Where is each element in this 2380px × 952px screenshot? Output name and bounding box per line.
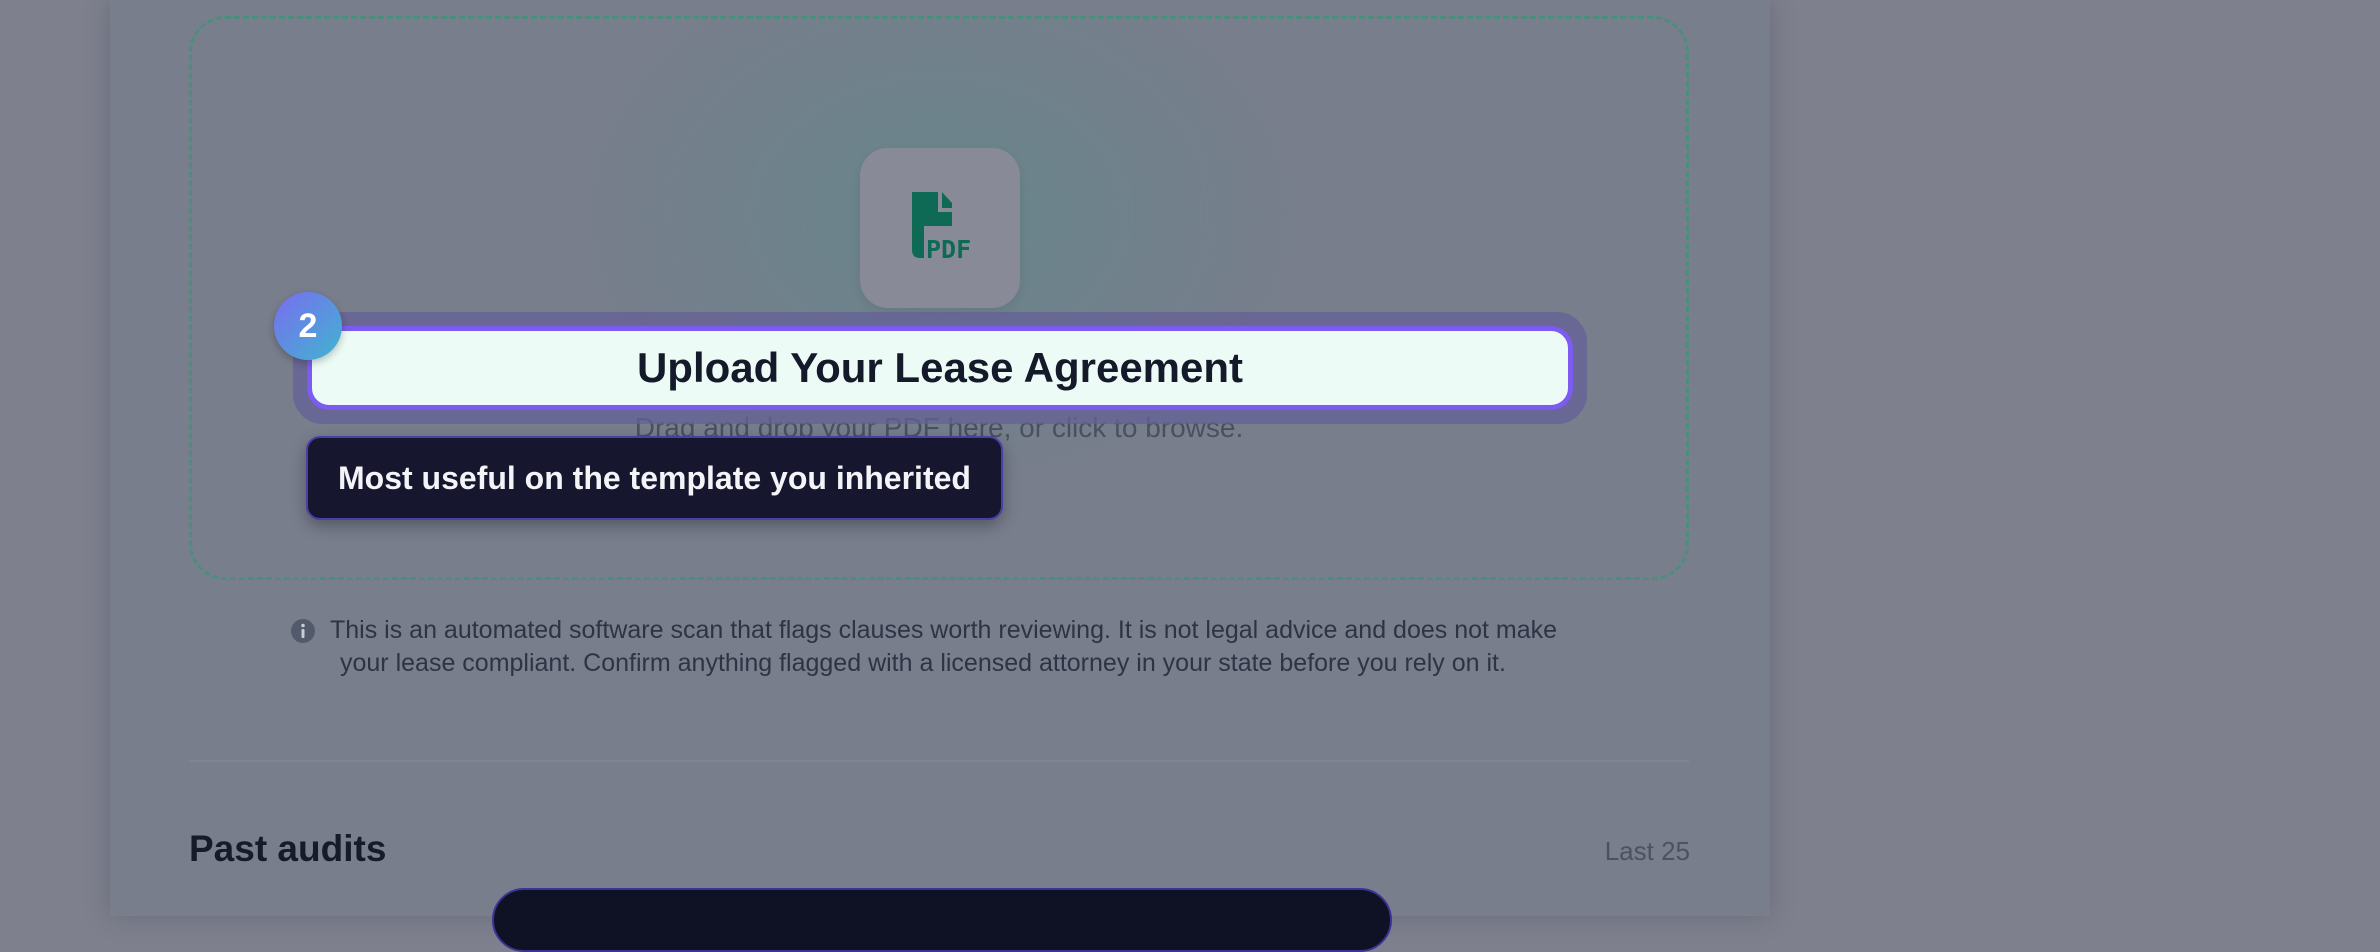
tour-tooltip: Most useful on the template you inherite… <box>306 436 1003 520</box>
pdf-tile: PDF <box>860 148 1020 308</box>
tour-navigation-bar[interactable] <box>492 888 1392 952</box>
info-icon <box>291 619 315 643</box>
tour-step-badge: 2 <box>274 292 342 360</box>
past-audits-title: Past audits <box>189 828 387 869</box>
section-divider <box>189 760 1689 762</box>
disclaimer-line-2: your lease compliant. Confirm anything f… <box>340 649 1506 677</box>
past-audits-count: Last 25 <box>1604 836 1690 866</box>
pdf-icon-label: PDF <box>926 235 971 264</box>
upload-title: Upload Your Lease Agreement <box>307 326 1573 410</box>
disclaimer-line-1: This is an automated software scan that … <box>330 616 1558 644</box>
pdf-file-icon: PDF <box>912 192 971 264</box>
